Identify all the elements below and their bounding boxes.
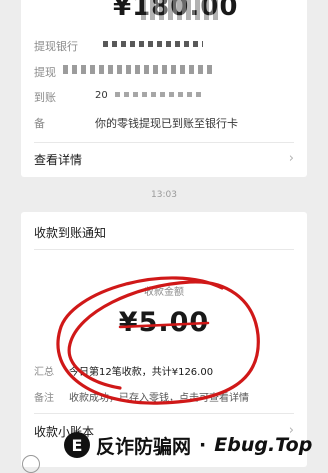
divider [34, 142, 294, 143]
received-amount: ¥5.00 [118, 307, 210, 338]
watermark-text-en: Ebug.Top [214, 434, 313, 456]
chat-icon [22, 455, 40, 473]
summary-value: 今日第12笔收款，共计¥126.00 [69, 367, 214, 378]
amount-label: 收款金额 [144, 287, 184, 298]
arrival-label: 到账 [34, 91, 56, 104]
remark-value: 你的零钱提现已到账至银行卡 [95, 117, 238, 130]
watermark-logo-icon: E [64, 432, 90, 458]
watermark-text-cn: 反诈防骗网 [96, 435, 192, 458]
withdraw-label: 提现 [34, 66, 56, 79]
divider [34, 413, 294, 414]
watermark: E 反诈防骗网 · Ebug.Top [64, 430, 312, 460]
withdrawal-card: ¥180.00 提现银行 提现 到账 20 备 你的零钱提现已到账至银行卡 查看… [21, 0, 307, 177]
withdraw-mosaic [63, 65, 213, 74]
notice-title: 收款到账通知 [34, 226, 107, 240]
view-details-label: 查看详情 [34, 153, 83, 167]
payment-notice-card[interactable]: 收款到账通知 收款金额 ¥5.00 汇总 今日第12笔收款，共计¥126.00 … [21, 212, 307, 467]
note-value: 收款成功，已存入零钱，点击可查看详情 [69, 393, 249, 404]
summary-label: 汇总 [34, 367, 54, 378]
view-details-link[interactable]: 查看详情 › [34, 151, 294, 168]
arrival-value: 20 [95, 90, 108, 101]
bank-mosaic [103, 41, 203, 47]
chevron-right-icon: › [288, 151, 294, 166]
message-time: 13:03 [151, 190, 177, 200]
note-label: 备注 [34, 393, 54, 404]
watermark-separator: · [199, 434, 207, 456]
arrival-mosaic [115, 92, 205, 97]
bank-label: 提现银行 [34, 40, 78, 53]
amount-mosaic [141, 0, 221, 20]
divider [34, 249, 294, 250]
remark-label: 备 [34, 117, 45, 130]
